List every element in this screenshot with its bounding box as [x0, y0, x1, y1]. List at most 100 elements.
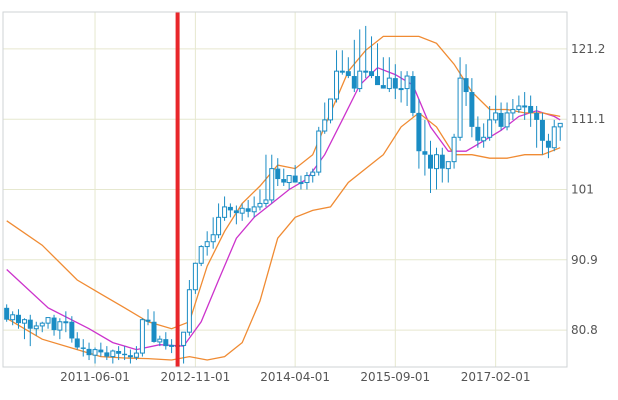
- candle-body: [245, 208, 251, 212]
- candle-body: [498, 112, 504, 127]
- sma-line: [6, 66, 561, 351]
- candle-body: [216, 216, 222, 236]
- candle-body: [122, 353, 128, 356]
- candle-body: [504, 112, 510, 128]
- candle-body: [163, 339, 169, 347]
- candle-body: [334, 70, 340, 100]
- candle-body: [145, 319, 151, 322]
- candle-body: [422, 151, 428, 155]
- candle-body: [427, 154, 433, 169]
- candle-body: [328, 98, 334, 121]
- candle-body: [210, 234, 216, 243]
- y-tick-label: 90.9: [571, 253, 598, 267]
- candle-body: [51, 317, 57, 331]
- candle-body: [404, 75, 410, 90]
- candle-body: [192, 262, 198, 291]
- candle-body: [10, 314, 16, 321]
- candle-body: [481, 136, 487, 142]
- candle-body: [510, 108, 516, 114]
- candle-body: [198, 246, 204, 264]
- candle-body: [181, 331, 187, 346]
- candle-body: [15, 314, 21, 324]
- x-tick-label: 2017-02-01: [461, 370, 531, 384]
- candle-body: [227, 206, 233, 211]
- candle-body: [21, 319, 27, 324]
- candle-body: [386, 77, 392, 90]
- candle-body: [539, 119, 545, 141]
- candle-body: [133, 352, 139, 358]
- candle-body: [534, 112, 540, 120]
- candle-body: [410, 76, 416, 113]
- lower-band-line: [6, 112, 561, 361]
- candle-body: [151, 321, 157, 342]
- candle-body: [233, 210, 239, 214]
- candle-body: [286, 175, 292, 184]
- candle-body: [292, 175, 298, 183]
- candle-body: [98, 349, 104, 353]
- chart-svg: 80.8 90.9 101 111.1 121.2 2011-06-01 2012-11-0…: [2, 11, 605, 384]
- candle-body: [522, 105, 528, 108]
- y-tick-label: 101: [571, 183, 594, 197]
- candle-body: [157, 338, 163, 343]
- grid-layer: [3, 12, 567, 367]
- candle-body: [4, 307, 10, 320]
- candle-body: [463, 78, 469, 93]
- candle-body: [80, 347, 86, 349]
- candle-body: [186, 289, 192, 333]
- candle-body: [375, 76, 381, 86]
- candle-body: [86, 348, 92, 356]
- candle-body: [269, 168, 275, 201]
- candle-body: [74, 338, 80, 348]
- candle-body: [345, 71, 351, 77]
- candle-body: [457, 77, 463, 138]
- candle-body: [416, 112, 422, 152]
- candle-body: [469, 92, 475, 127]
- candle-body: [369, 71, 375, 77]
- axes-layer: 80.8 90.9 101 111.1 121.2 2011-06-01 2012-11-0…: [2, 11, 605, 384]
- candle-body: [398, 88, 404, 91]
- candle-body: [222, 206, 228, 218]
- candle-body: [433, 154, 439, 170]
- candle-body: [169, 344, 175, 347]
- candle-body: [92, 349, 98, 356]
- x-tick-label: 2011-06-01: [60, 370, 130, 384]
- y-tick-label: 121.2: [571, 42, 605, 56]
- candle-body: [298, 182, 304, 185]
- candle-body: [380, 85, 386, 89]
- x-tick-label: 2014-04-01: [260, 370, 330, 384]
- candle-body: [110, 350, 116, 358]
- candle-body: [69, 321, 75, 339]
- candle-body: [551, 126, 557, 149]
- candle-body: [493, 112, 499, 121]
- candle-body: [339, 70, 345, 73]
- candle-body: [239, 207, 245, 214]
- candle-body: [45, 317, 51, 324]
- candle-body: [351, 76, 357, 89]
- candle-body: [316, 130, 322, 173]
- candle-body: [439, 154, 445, 169]
- candle-body: [310, 171, 316, 177]
- bands-layer: [6, 35, 561, 361]
- candle-body: [357, 70, 363, 90]
- candle-body: [545, 140, 551, 148]
- candle-body: [33, 325, 39, 330]
- x-tick-label: 2015-09-01: [360, 370, 430, 384]
- candle-body: [528, 105, 534, 113]
- candle-body: [263, 199, 269, 204]
- candle-body: [487, 119, 493, 138]
- candle-body: [451, 136, 457, 163]
- candle-body: [363, 70, 369, 73]
- candle-body: [445, 161, 451, 170]
- x-tick-label: 2012-11-01: [161, 370, 231, 384]
- chart: 80.8 90.9 101 111.1 121.2 2011-06-01 2012-11-0…: [0, 0, 618, 400]
- candle-body: [322, 119, 328, 132]
- candle-body: [557, 122, 563, 128]
- candle-body: [57, 321, 63, 331]
- y-tick-label: 111.1: [571, 112, 605, 126]
- candle-body: [127, 355, 133, 358]
- candle-body: [516, 105, 522, 110]
- candle-body: [63, 321, 69, 324]
- candle-body: [39, 322, 45, 327]
- candle-body: [251, 206, 257, 213]
- candle-body: [475, 126, 481, 141]
